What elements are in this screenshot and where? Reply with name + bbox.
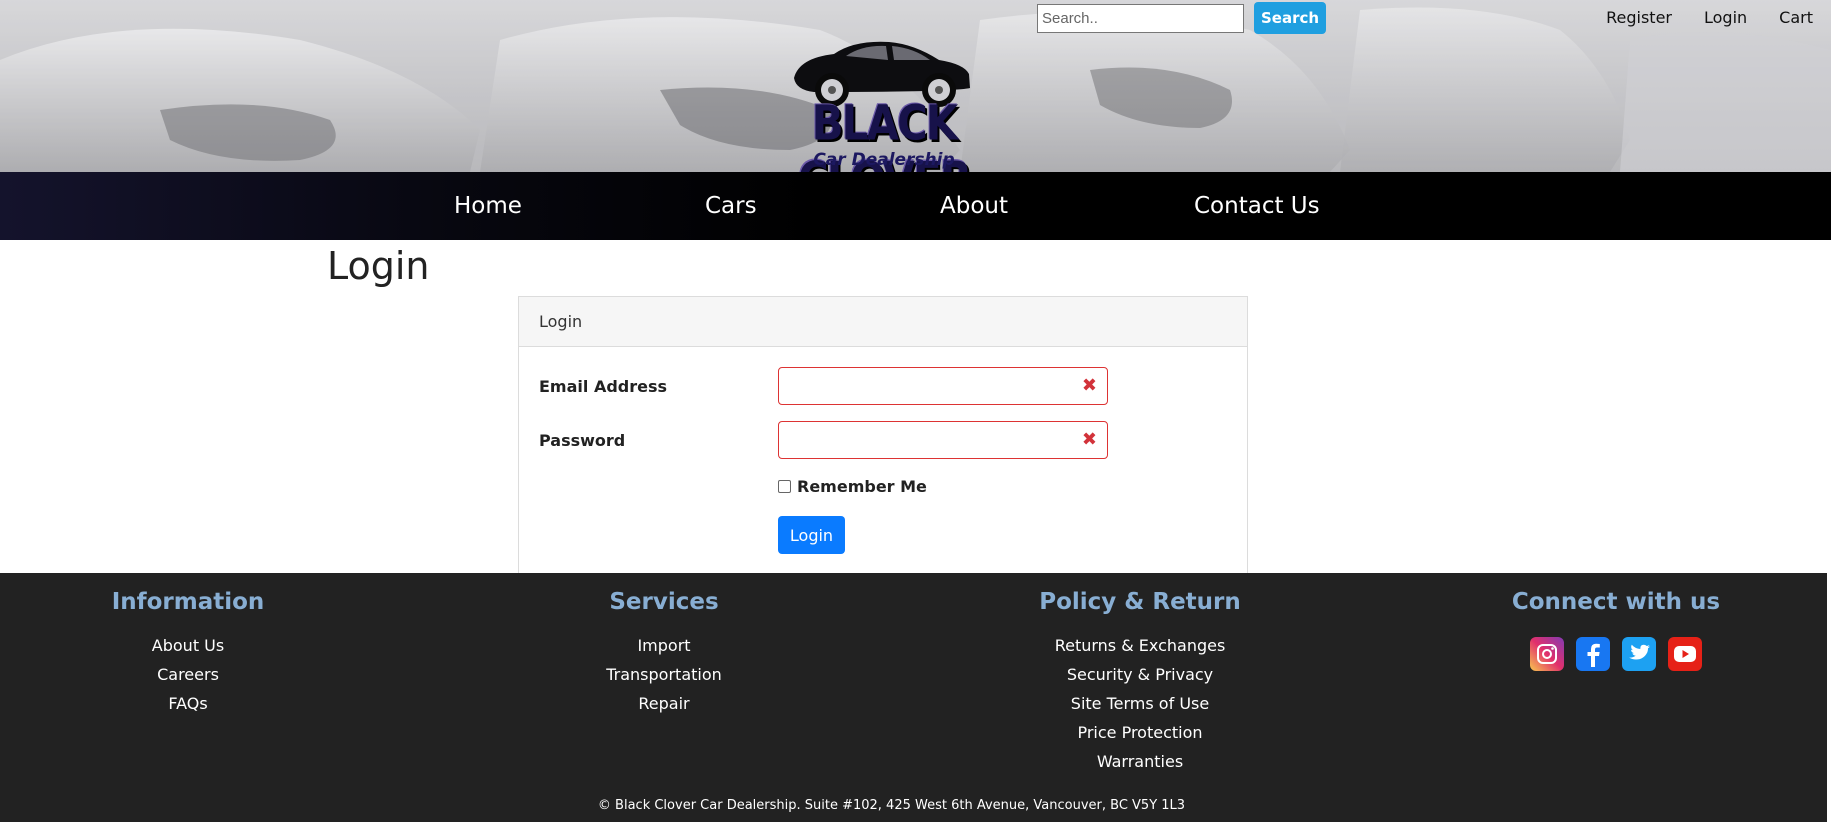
search-form: Search xyxy=(1037,2,1327,34)
page-title: Login xyxy=(327,244,430,288)
footer-link-price-protection[interactable]: Price Protection xyxy=(960,724,1320,753)
password-field[interactable] xyxy=(779,422,1069,458)
youtube-icon[interactable] xyxy=(1668,637,1702,671)
main-nav: Home Cars About Contact Us xyxy=(0,172,1831,240)
email-label: Email Address xyxy=(539,377,668,396)
instagram-icon[interactable] xyxy=(1530,637,1564,671)
footer-column-information: Information About Us Careers FAQs xyxy=(8,589,368,724)
login-submit-button[interactable]: Login xyxy=(778,516,845,554)
email-field[interactable] xyxy=(779,368,1069,404)
footer-heading: Connect with us xyxy=(1511,589,1721,615)
remember-me-label: Remember Me xyxy=(797,477,927,496)
logo-subtitle: Car Dealership xyxy=(813,150,955,170)
error-x-icon: ✖ xyxy=(1081,375,1097,396)
footer-link-faqs[interactable]: FAQs xyxy=(8,695,368,724)
password-label: Password xyxy=(539,431,626,450)
footer-link-transportation[interactable]: Transportation xyxy=(484,666,844,695)
nav-home[interactable]: Home xyxy=(454,193,522,219)
footer-link-careers[interactable]: Careers xyxy=(8,666,368,695)
footer-column-services: Services Import Transportation Repair xyxy=(484,589,844,724)
remember-me-checkbox[interactable] xyxy=(778,480,791,493)
footer: Information About Us Careers FAQs Servic… xyxy=(0,573,1827,822)
social-links xyxy=(1436,637,1796,671)
footer-link-import[interactable]: Import xyxy=(484,637,844,666)
account-links: Register Login Cart xyxy=(1606,8,1813,27)
footer-heading: Services xyxy=(609,589,719,615)
footer-link-security[interactable]: Security & Privacy xyxy=(960,666,1320,695)
error-x-icon: ✖ xyxy=(1081,429,1097,450)
register-link[interactable]: Register xyxy=(1606,8,1672,27)
footer-heading: Information xyxy=(111,589,265,615)
login-card-header: Login xyxy=(519,297,1247,347)
remember-me: Remember Me xyxy=(778,477,927,496)
search-input[interactable] xyxy=(1037,3,1244,33)
site-logo[interactable]: BLACK CLOVER Car Dealership xyxy=(754,30,1014,172)
footer-column-connect: Connect with us xyxy=(1436,589,1796,671)
nav-cars[interactable]: Cars xyxy=(705,193,757,219)
footer-link-about-us[interactable]: About Us xyxy=(8,637,368,666)
email-field-wrapper: ✖ xyxy=(778,367,1108,405)
footer-heading: Policy & Return xyxy=(1039,589,1241,615)
footer-link-returns[interactable]: Returns & Exchanges xyxy=(960,637,1320,666)
password-field-wrapper: ✖ xyxy=(778,421,1108,459)
nav-contact-us[interactable]: Contact Us xyxy=(1194,193,1320,219)
nav-about[interactable]: About xyxy=(940,193,1008,219)
login-card: Login Email Address ✖ Password ✖ Remembe… xyxy=(518,296,1248,574)
footer-link-warranties[interactable]: Warranties xyxy=(960,753,1320,782)
facebook-icon[interactable] xyxy=(1576,637,1610,671)
header-hero: Search Register Login Cart BLACK CLOVER … xyxy=(0,0,1831,172)
footer-column-policy: Policy & Return Returns & Exchanges Secu… xyxy=(960,589,1320,782)
footer-link-repair[interactable]: Repair xyxy=(484,695,844,724)
cart-link[interactable]: Cart xyxy=(1779,8,1813,27)
login-link[interactable]: Login xyxy=(1704,8,1747,27)
twitter-icon[interactable] xyxy=(1622,637,1656,671)
copyright: © Black Clover Car Dealership. Suite #10… xyxy=(597,798,1186,813)
search-button[interactable]: Search xyxy=(1254,2,1327,34)
footer-link-terms[interactable]: Site Terms of Use xyxy=(960,695,1320,724)
